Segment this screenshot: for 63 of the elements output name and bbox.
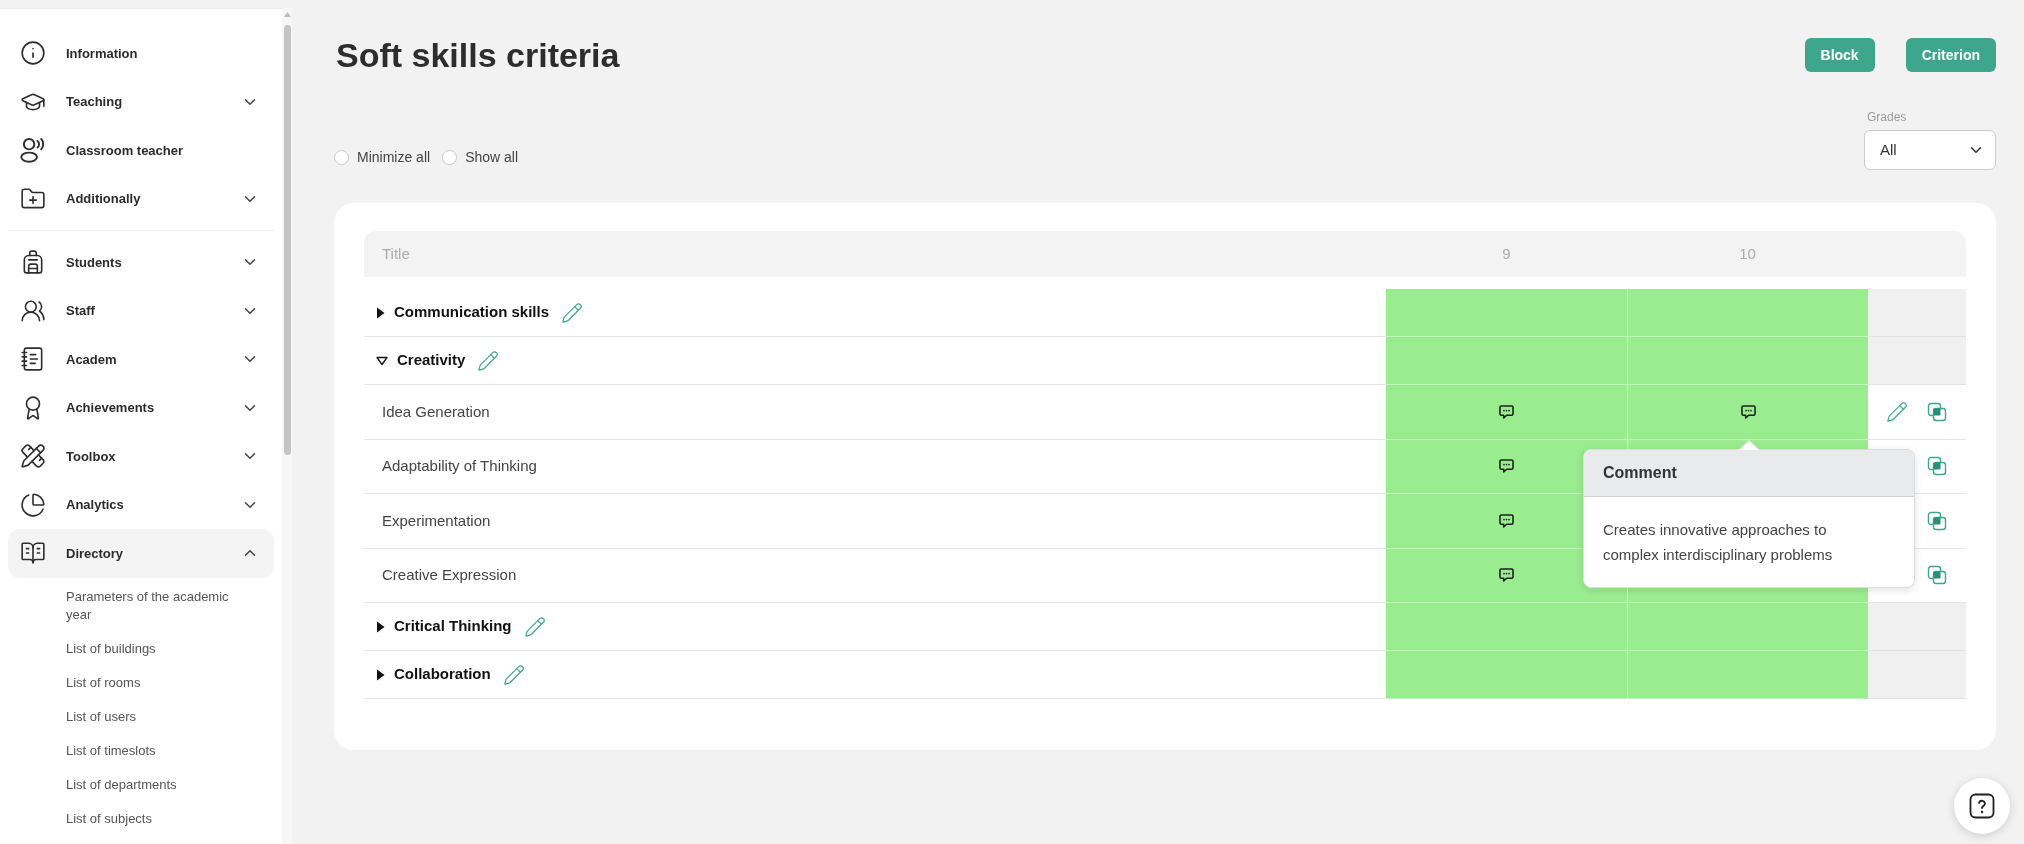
page-title: Soft skills criteria xyxy=(335,35,620,75)
tooltip-text: Creates innovative approaches to complex interdisciplinary problems xyxy=(1603,519,1834,565)
pencil-icon[interactable] xyxy=(561,301,584,324)
column-header: Title xyxy=(382,245,410,262)
sidebar-item[interactable]: Analytics xyxy=(8,480,274,529)
help-icon xyxy=(1969,793,1995,819)
comment-icon[interactable] xyxy=(1740,404,1756,419)
sidebar-subitem[interactable]: Parameters of the academic year xyxy=(66,587,251,624)
sidebar-item[interactable]: Academ xyxy=(8,335,274,384)
sidebar-item[interactable]: Additionally xyxy=(8,174,274,223)
field-label: Grades xyxy=(1866,109,1908,125)
grades-select[interactable]: All xyxy=(1864,130,1996,170)
sidebar-item[interactable]: Students xyxy=(8,238,274,287)
sidebar-item[interactable]: Directory xyxy=(8,529,274,578)
pencil-icon[interactable] xyxy=(1886,400,1908,423)
column-header: 9 xyxy=(1502,243,1511,264)
help-button[interactable] xyxy=(1954,778,2010,834)
sidebar-subitem[interactable]: List of subjects xyxy=(66,809,251,828)
column-header: 10 xyxy=(1739,243,1756,264)
sidebar-item[interactable]: Information xyxy=(8,29,274,78)
sidebar-item[interactable]: Classroom teacher xyxy=(8,126,274,175)
collapse-triangle-icon[interactable] xyxy=(376,355,388,366)
pie-chart-icon xyxy=(20,491,46,518)
scrollbar-thumb[interactable] xyxy=(283,25,291,455)
group-title: Critical Thinking xyxy=(394,616,512,637)
scrollbar-track[interactable] xyxy=(282,8,292,844)
copy-icon[interactable] xyxy=(1927,510,1947,531)
copy-icon[interactable] xyxy=(1927,401,1947,422)
sidebar-subitem[interactable]: List of users xyxy=(66,707,251,726)
person-voice-icon xyxy=(20,137,46,164)
criterion-title: Experimentation xyxy=(382,510,491,531)
comment-icon[interactable] xyxy=(1499,459,1514,474)
expand-triangle-icon[interactable] xyxy=(376,620,385,633)
expand-triangle-icon[interactable] xyxy=(376,306,385,319)
copy-icon[interactable] xyxy=(1927,456,1947,477)
criterion-title: Idea Generation xyxy=(382,401,490,422)
sidebar-item[interactable]: Teaching xyxy=(8,77,274,126)
sidebar-subitem[interactable]: List of buildings xyxy=(66,639,251,658)
copy-icon[interactable] xyxy=(1927,565,1947,586)
expand-triangle-icon[interactable] xyxy=(376,668,385,681)
group-title: Communication skills xyxy=(394,302,550,323)
sidebar-item[interactable]: Achievements xyxy=(8,383,274,432)
criterion-title: Creative Expression xyxy=(382,565,517,585)
group-title: Collaboration xyxy=(394,664,491,685)
sidebar-item[interactable]: Staff xyxy=(8,286,274,335)
info-icon xyxy=(20,40,46,67)
comment-icon[interactable] xyxy=(1499,404,1514,419)
radio-option[interactable]: Show all xyxy=(442,146,519,168)
group-title: Creativity xyxy=(397,350,466,371)
sidebar-subitem[interactable]: List of departments xyxy=(66,775,251,794)
comment-icon[interactable] xyxy=(1499,568,1514,583)
criterion-title: Adaptability of Thinking xyxy=(382,456,537,476)
pencil-icon[interactable] xyxy=(477,349,500,372)
sidebar-subitem[interactable]: List of timeslots xyxy=(66,741,251,760)
tooltip-title: Comment xyxy=(1584,449,1914,497)
users-icon xyxy=(20,297,46,324)
sidebar-subitem[interactable]: List of rooms xyxy=(66,673,251,692)
pencil-ruler-icon xyxy=(20,443,46,470)
radio-option[interactable]: Minimize all xyxy=(334,146,431,168)
pencil-icon[interactable] xyxy=(523,615,546,638)
comment-icon[interactable] xyxy=(1499,513,1514,528)
sidebar-item[interactable]: Toolbox xyxy=(8,432,274,481)
pencil-icon[interactable] xyxy=(502,663,525,686)
